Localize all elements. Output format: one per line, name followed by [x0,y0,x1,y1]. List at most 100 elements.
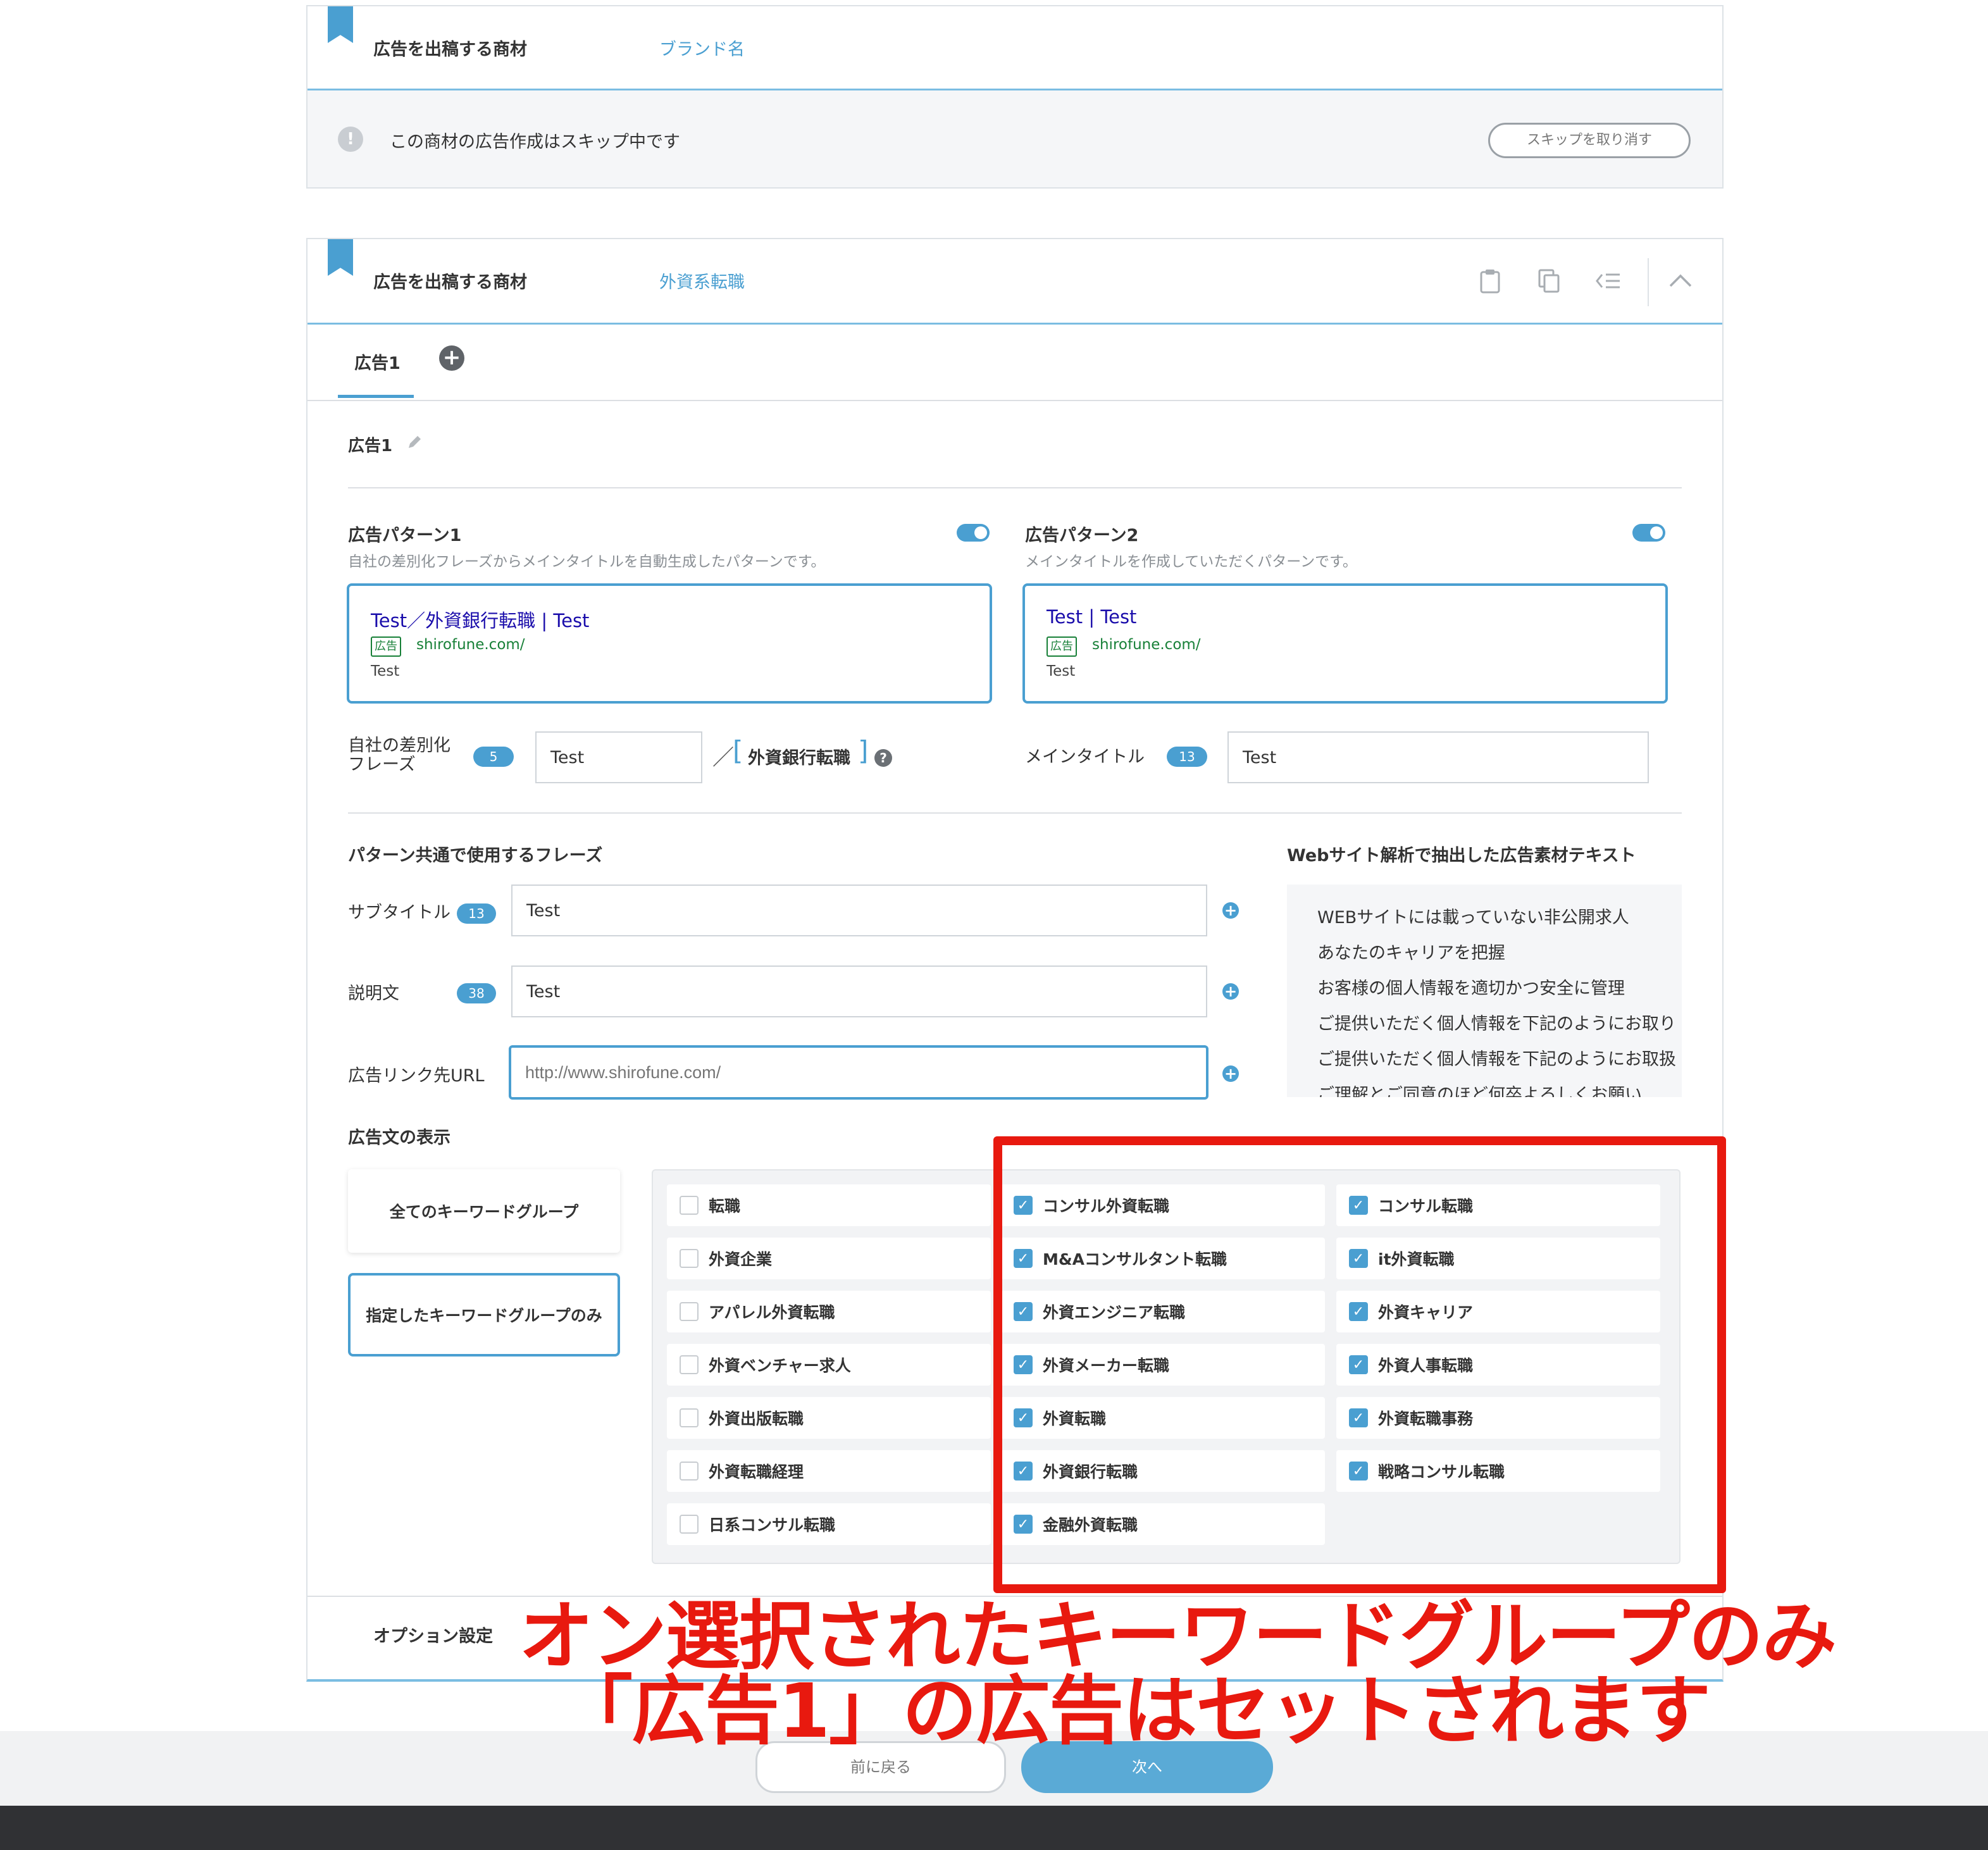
product-label: 広告を出稿する商材 [373,40,527,59]
main-title-input[interactable]: Test [1227,731,1649,783]
keyword-group-label: 転職 [709,1197,741,1215]
product-value[interactable]: 外資系転職 [659,268,745,293]
display-heading: 広告文の表示 [348,1128,450,1148]
extracted-text-box: WEBサイトには載っていない非公開求人 あなたのキャリアを把握 お客様の個人情報… [1287,885,1682,1097]
char-count-badge: 13 [1167,747,1207,767]
extracted-item[interactable]: ご提供いただく個人情報を下記のようにお取扱 [1317,1045,1676,1070]
keyword-group-label: 日系コンサル転職 [709,1516,836,1534]
preview-title: Test | Test [1047,606,1137,628]
keyword-group-item[interactable]: 日系コンサル転職 [667,1503,991,1545]
common-heading: パターン共通で使用するフレーズ [348,846,603,866]
keyword-group-label: 外資企業 [709,1250,773,1269]
annotation-line-2: 「広告1」の広告はセットされます [558,1667,1711,1754]
pencil-icon[interactable] [406,434,423,450]
header-separator [1648,258,1649,306]
keyword-group-label: 外資出版転職 [709,1410,804,1428]
pattern1-title: 広告パターン1 [348,526,462,545]
pattern1-preview: Test／外資銀行転職 | Test 広告 shirofune.com/ Tes… [347,583,992,704]
extracted-heading: Webサイト解析で抽出した広告素材テキスト [1287,846,1636,866]
ad-name: 広告1 [348,437,393,456]
extracted-item[interactable]: WEBサイトには載っていない非公開求人 [1317,903,1629,928]
extracted-item[interactable]: ご理解とご同意のほど何卒よろしくお願い [1317,1081,1642,1097]
list-icon[interactable] [1594,271,1622,291]
preview-desc: Test [1047,663,1076,680]
subtitle-label: サブタイトル [348,903,450,922]
preview-url: shirofune.com/ [416,636,525,653]
pattern2-preview: Test | Test 広告 shirofune.com/ Test [1022,583,1668,704]
add-icon[interactable]: + [1222,983,1239,1000]
pattern1-toggle[interactable] [957,524,990,542]
annotation-highlight-box [993,1136,1726,1593]
link-url-input[interactable] [509,1045,1208,1100]
description-input[interactable]: Test [511,965,1207,1017]
info-icon: ! [338,127,363,152]
help-icon[interactable]: ? [874,749,892,767]
add-icon[interactable]: + [1222,902,1239,919]
preview-desc: Test [371,663,400,680]
char-count-badge: 5 [473,747,514,767]
differentiation-label-2: フレーズ [348,755,416,774]
bottom-dark-bar [0,1806,1988,1850]
option-specified-label: 指定したキーワードグループのみ [366,1307,602,1325]
ad-name-divider [348,487,1682,488]
header-divider [308,89,1722,90]
option-specified-keyword-groups[interactable]: 指定したキーワードグループのみ [348,1273,620,1356]
checkbox-unchecked[interactable] [680,1462,699,1481]
copy-icon[interactable] [1538,268,1560,294]
subtitle-input[interactable]: Test [511,885,1207,936]
tab-ad1[interactable]: 広告1 [354,349,401,374]
extracted-item[interactable]: ご提供いただく個人情報を下記のようにお取り [1317,1010,1676,1034]
chevron-up-icon[interactable] [1668,272,1693,289]
cancel-skip-button[interactable]: スキップを取り消す [1488,123,1691,158]
checkbox-unchecked[interactable] [680,1249,699,1268]
differentiation-input[interactable]: Test [535,731,702,783]
keyword-group-item[interactable]: 外資出版転職 [667,1397,991,1439]
bookmark-icon [328,239,353,276]
extracted-item[interactable]: お客様の個人情報を適切かつ安全に管理 [1317,974,1625,999]
bracket-text: 外資銀行転職 [748,748,850,768]
tabs-divider [308,400,1722,401]
pattern2-desc: メインタイトルを作成していただくパターンです。 [1025,554,1357,570]
annotation-line-1: オン選択されたキーワードグループのみ [519,1592,1837,1680]
keyword-group-item[interactable]: 外資転職経理 [667,1450,991,1492]
slash: ／ [712,745,734,771]
preview-ad-label: 広告 [1047,636,1077,657]
checkbox-unchecked[interactable] [680,1196,699,1215]
pattern2-toggle[interactable] [1632,524,1665,542]
extracted-item[interactable]: あなたのキャリアを把握 [1317,939,1505,964]
pattern1-desc: 自社の差別化フレーズからメインタイトルを自動生成したパターンです。 [348,554,826,570]
keyword-group-item[interactable]: 外資ベンチャー求人 [667,1344,991,1386]
checkbox-unchecked[interactable] [680,1408,699,1427]
char-count-badge: 38 [457,983,496,1003]
checkbox-unchecked[interactable] [680,1515,699,1534]
clipboard-icon[interactable] [1479,268,1501,294]
checkbox-unchecked[interactable] [680,1302,699,1321]
keyword-group-item[interactable]: 外資企業 [667,1238,991,1279]
bracket-open: [ [733,735,743,766]
preview-title: Test／外資銀行転職 | Test [371,610,590,631]
main-title-label: メインタイトル [1025,747,1145,767]
keyword-group-label: 外資転職経理 [709,1463,804,1481]
options-label[interactable]: オプション設定 [373,1622,493,1647]
keyword-group-item[interactable]: アパレル外資転職 [667,1291,991,1332]
tab-ad1-underline [338,395,414,398]
pattern2-title: 広告パターン2 [1025,526,1139,545]
bracket-close: ] [858,735,869,766]
description-label: 説明文 [348,984,399,1003]
keyword-group-label: 外資ベンチャー求人 [709,1356,851,1375]
keyword-group-item[interactable]: 転職 [667,1184,991,1226]
product-label: 広告を出稿する商材 [373,273,527,292]
option-all-label: 全てのキーワードグループ [389,1203,579,1221]
header-divider [308,323,1722,325]
skip-message: この商材の広告作成はスキップ中です [390,132,680,152]
add-tab-icon[interactable]: + [439,345,464,371]
preview-ad-label: 広告 [371,636,401,657]
char-count-badge: 13 [457,903,496,924]
option-all-keyword-groups[interactable]: 全てのキーワードグループ [348,1169,620,1253]
keyword-group-label: アパレル外資転職 [709,1303,835,1322]
preview-url: shirofune.com/ [1092,636,1201,653]
checkbox-unchecked[interactable] [680,1355,699,1374]
add-icon[interactable]: + [1222,1065,1239,1082]
product-card-brand: 広告を出稿する商材 ブランド名 ! この商材の広告作成はスキップ中です スキップ… [306,5,1724,189]
product-value[interactable]: ブランド名 [659,35,745,60]
